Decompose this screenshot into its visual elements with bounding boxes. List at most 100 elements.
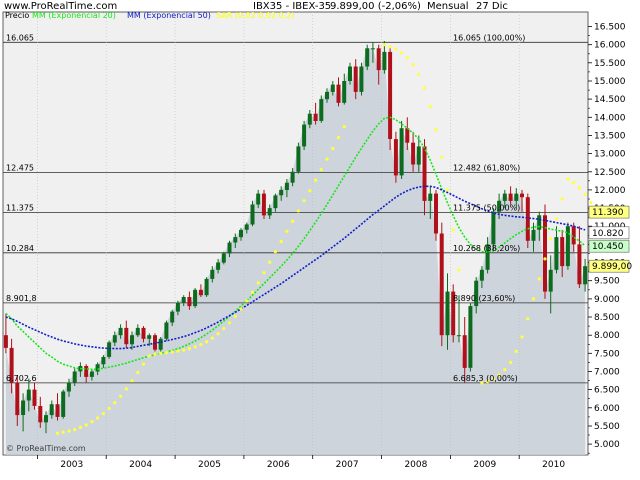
sar-dot: [124, 387, 128, 391]
sar-dot: [572, 181, 576, 185]
candle-body: [290, 171, 295, 183]
level-label-left: 11.375: [6, 204, 34, 213]
sar-dot: [554, 217, 559, 221]
sar-dot: [291, 219, 295, 223]
sar-dot: [268, 260, 272, 264]
candle-body: [118, 327, 123, 336]
sar-dot: [90, 420, 94, 424]
chart-svg: 16.065 16.065 (100,00%) 12.475 12.482 (61,8…: [0, 0, 640, 480]
candle-body: [439, 233, 444, 336]
level-label-right: 16.065 (100,00%): [453, 33, 525, 42]
candle: [193, 288, 198, 308]
y-tick-label: 14.500: [594, 95, 626, 105]
sar-dot: [245, 299, 249, 303]
sar-dot: [422, 86, 427, 90]
x-tick-label: 2009: [473, 460, 496, 470]
sar-dot: [136, 371, 140, 375]
sar-dot: [61, 430, 65, 434]
candle-body: [44, 415, 48, 423]
level-label-left: 6.702,6: [6, 374, 37, 383]
legend-ma50: MM (Exponencial 50): [127, 11, 211, 20]
sar-dot: [394, 47, 398, 51]
candle-body: [336, 84, 341, 103]
candle-body: [313, 113, 318, 121]
candle-body: [221, 253, 226, 263]
candle-body: [296, 146, 301, 172]
sar-dot: [233, 314, 237, 318]
y-tick-label: 7.500: [594, 349, 620, 359]
candle-body: [158, 338, 163, 350]
x-tick-label: 2007: [336, 460, 359, 470]
sar-dot: [503, 368, 507, 372]
y-tick-label: 6.500: [594, 386, 620, 396]
x-tick-label: 2008: [404, 460, 427, 470]
candle-body: [170, 311, 175, 323]
level-label-right: 12.482 (61,80%): [453, 163, 520, 172]
sar-dot: [73, 428, 77, 432]
sar-dot: [153, 352, 157, 356]
y-tick-label: 8.000: [594, 331, 620, 341]
candle-body: [370, 48, 375, 50]
sar-dot: [130, 379, 134, 383]
value-badge: 9.899,00: [588, 259, 632, 273]
candle-body: [491, 211, 496, 245]
sar-dot: [78, 425, 82, 429]
sar-dot: [405, 56, 409, 60]
level-label-right: 8.890 (23,60%): [453, 294, 515, 303]
y-tick-label: 9.000: [594, 295, 620, 305]
sar-dot: [451, 228, 455, 232]
candle-body: [26, 389, 31, 401]
candle-body: [416, 146, 421, 165]
sar-dot: [176, 349, 180, 353]
candle-body: [135, 327, 140, 336]
sar-dot: [222, 327, 226, 331]
candle-body: [399, 128, 404, 176]
candle-body: [141, 327, 146, 339]
candle-body: [531, 229, 536, 241]
sar-dot: [457, 268, 461, 272]
candle-body: [216, 262, 221, 270]
sar-dot: [279, 239, 283, 244]
candle: [61, 389, 66, 419]
candle-body: [250, 204, 255, 225]
y-tick-label: 6.000: [594, 404, 620, 414]
sar-dot: [526, 317, 530, 321]
candle: [302, 120, 307, 150]
sar-dot: [84, 423, 88, 427]
candle: [468, 302, 473, 372]
candle: [365, 44, 370, 71]
candle-body: [422, 146, 427, 201]
sar-dot: [537, 277, 541, 281]
x-tick-label: 2005: [198, 460, 221, 470]
candle-body: [577, 244, 582, 285]
y-tick-label: 13.500: [594, 132, 626, 142]
level-label-left: 10.284: [6, 244, 34, 253]
candle-body: [353, 66, 358, 92]
candle-body: [227, 242, 232, 254]
sar-dot: [147, 354, 151, 358]
y-tick-label: 12.500: [594, 168, 626, 178]
legend-sar: SAR (0,02 0,02 0,2): [216, 11, 294, 20]
candle-body: [187, 297, 192, 307]
candle: [107, 340, 112, 359]
level-label-right: 10.268 (38,20%): [453, 244, 520, 253]
candle-body: [284, 182, 289, 190]
value-badge: 10.820: [588, 226, 630, 240]
sar-dot: [210, 336, 214, 340]
candle-body: [468, 306, 473, 368]
candle-body: [273, 195, 278, 209]
candle-body: [502, 193, 507, 201]
candle-body: [560, 237, 565, 267]
sar-dot: [514, 349, 518, 354]
sar-dot: [331, 146, 335, 151]
sar-dot: [55, 431, 60, 435]
candle-body: [376, 48, 381, 71]
sar-dot: [531, 297, 536, 301]
candle-body: [175, 302, 180, 312]
candle-body: [411, 142, 416, 165]
candle: [158, 337, 163, 352]
candle: [388, 48, 393, 150]
candle-body: [38, 406, 43, 423]
candle-body: [181, 297, 186, 303]
sar-dot: [336, 136, 341, 140]
